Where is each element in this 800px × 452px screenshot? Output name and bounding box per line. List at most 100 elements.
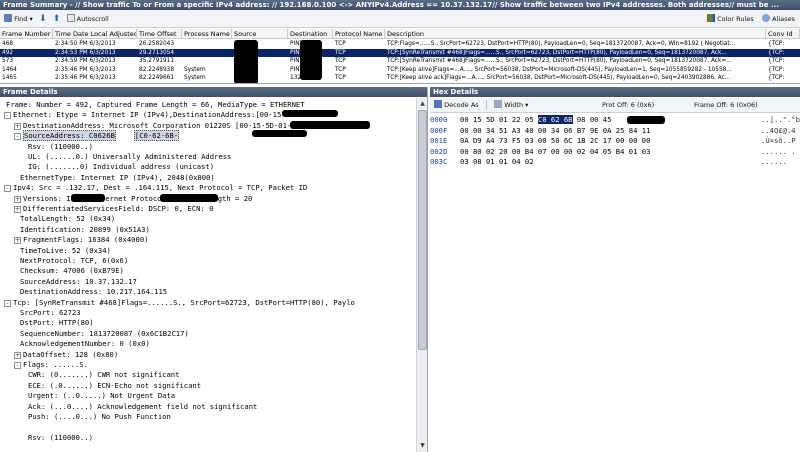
tree-node[interactable]: + DataOffset: 128 (0x80) <box>14 350 118 360</box>
table-cell: 26.2582043 <box>139 41 175 47</box>
tree-node[interactable]: + FragmentFlags: 16384 (0x4000) <box>14 235 149 245</box>
tree-node[interactable]: Ack: (...0....) Acknowledgement field no… <box>28 402 257 412</box>
table-cell: {TCP: <box>768 75 785 81</box>
redaction <box>160 194 218 202</box>
expand-icon[interactable]: + <box>14 351 21 359</box>
tree-node[interactable]: Rsv: (110000..) <box>28 433 93 443</box>
table-row[interactable]: 14652:35:46 PM 6/3/201382.2249661SystemP… <box>0 74 800 82</box>
frame-details-tree[interactable]: Frame: Number = 492, Captured Frame Leng… <box>0 98 416 452</box>
tree-node[interactable]: UL: (......0.) Universally Administered … <box>28 152 231 162</box>
collapse-icon[interactable]: - <box>14 133 21 141</box>
tree-node-label: EthernetType: Internet IP (IPv4), 2048(0… <box>20 172 215 182</box>
autoscroll-button[interactable]: Autoscroll <box>65 13 111 25</box>
column-header[interactable]: Time Offset <box>137 29 182 39</box>
table-cell: TCP <box>335 49 346 56</box>
width-dropdown[interactable]: Width ▾ <box>492 99 530 111</box>
hex-details-title: Hex Details <box>430 87 800 97</box>
hex-bytes-text: 0A D9 A4 73 F5 03 00 50 6C 1B 2C 17 00 0… <box>460 136 651 145</box>
column-header[interactable]: Frame Number <box>0 29 53 39</box>
tree-node[interactable]: - Ipv4: Src = .132.17, Dest = .164.115, N… <box>4 183 307 193</box>
tree-node[interactable]: Urgent: (..0.....) Not Urgent Data <box>28 391 175 401</box>
tree-node[interactable]: AcknowledgementNumber: 0 (0x0) <box>20 339 150 349</box>
table-cell: TCP <box>335 75 346 81</box>
aliases-button[interactable]: Aliases <box>760 13 797 25</box>
table-cell: TCP <box>335 66 346 73</box>
table-cell: TCP:[Keep alive ack]Flags=...A...., SrcP… <box>387 75 731 81</box>
column-header[interactable]: Time Date Local Adjusted <box>53 29 137 39</box>
tree-node[interactable]: - SourceAddress: C0626B [C0-62-6B- <box>14 130 180 142</box>
tree-node[interactable]: IG: (.......0) Individual address (unica… <box>28 162 214 172</box>
tree-node[interactable]: CWR: (0.......) CWR not significant <box>28 370 179 380</box>
color-rules-icon <box>707 14 715 22</box>
table-row-selected[interactable]: 4922:34:53 PM 6/3/201329.2713054132.17PI… <box>0 48 800 57</box>
tree-node-label: Checksum: 47006 (0xB79E) <box>20 266 124 276</box>
table-row[interactable]: 5732:34:59 PM 6/3/201335.2791911132.17PI… <box>0 57 800 65</box>
hex-ascii: ...... . <box>761 146 796 156</box>
hex-bytes-text: 03 08 01 01 04 02 <box>460 157 534 166</box>
collapse-icon[interactable]: - <box>14 362 21 369</box>
tree-node[interactable]: DstPort: HTTP(80) <box>20 318 94 328</box>
tree-node[interactable]: TotalLength: 52 (0x34) <box>20 214 115 224</box>
tree-node[interactable]: EthernetType: Internet IP (IPv4), 2048(0… <box>20 173 215 183</box>
tree-node-label: Rsv: (110000..) <box>28 141 93 151</box>
tree-node[interactable]: NextProtocol: TCP, 6(0x6) <box>20 256 128 266</box>
scroll-down-arrow[interactable]: ▼ <box>418 441 427 450</box>
expand-icon[interactable]: + <box>14 195 21 203</box>
tree-node[interactable]: ECE: (.0......) ECN-Echo not significant <box>28 381 201 391</box>
table-cell: {TCP: <box>768 66 785 73</box>
hex-dump[interactable]: 0000 00 15 5D 01 22 05 C0 62 6B 08 00 45.… <box>430 115 800 175</box>
hex-offset: 001E <box>430 136 448 145</box>
tree-node[interactable]: + DifferentiatedServicesField: DSCP: 0, E… <box>14 204 213 214</box>
color-rules-button[interactable]: Color Rules <box>705 13 756 25</box>
tree-node[interactable]: - Ethernet: Etype = Internet IP (IPv4),De… <box>4 110 312 120</box>
column-header[interactable]: Conv Id <box>766 29 800 39</box>
scroll-up-arrow[interactable]: ▲ <box>418 99 427 108</box>
tree-node[interactable]: - Flags: ......S. <box>14 360 88 370</box>
decode-as-button[interactable]: Decode As <box>432 99 481 111</box>
tree-node[interactable]: Rsv: (110000..) <box>28 142 93 152</box>
column-header[interactable]: Process Name <box>182 29 232 39</box>
redaction <box>290 121 370 129</box>
details-scrollbar[interactable]: ▲ ▼ <box>416 98 427 452</box>
tree-node[interactable]: SequenceNumber: 1813720087 (0x6C1B2C17) <box>20 329 189 339</box>
find-button[interactable]: Find ▾ <box>2 13 35 25</box>
tree-node-label: SourceAddress: C0626B <box>23 130 116 142</box>
tree-node-label: Identification: 20899 (0x51A3) <box>20 224 150 234</box>
tree-node[interactable]: SourceAddress: 10.37.132.17 <box>20 277 137 287</box>
table-cell: {TCP: <box>768 41 785 47</box>
tree-node-label: Ack: (...0....) Acknowledgement field no… <box>28 401 258 411</box>
frame-summary-grid[interactable]: Frame Number Time Date Local Adjusted Ti… <box>0 29 800 84</box>
tree-node[interactable]: SrcPort: 62723 <box>20 308 81 318</box>
scroll-thumb[interactable] <box>418 110 427 350</box>
collapse-icon[interactable]: - <box>4 112 11 120</box>
tree-node-label: Urgent: (..0.....) Not Urgent Data <box>28 391 176 401</box>
collapse-icon[interactable]: - <box>4 299 11 307</box>
table-row[interactable]: 14642:35:46 PM 6/3/201382.2248938System1… <box>0 66 800 74</box>
column-header[interactable]: Description <box>385 29 766 39</box>
hex-bytes: 00 00 34 51 A3 40 00 34 06 B7 9E 0A 25 8… <box>460 126 760 136</box>
expand-icon[interactable]: + <box>14 237 21 245</box>
tree-node[interactable]: Frame: Number = 492, Captured Frame Leng… <box>6 100 305 110</box>
table-cell: 82.2248938 <box>139 66 175 73</box>
table-cell: 2:34:53 PM 6/3/2013 <box>55 49 116 56</box>
tree-node-label: AcknowledgementNumber: 0 (0x0) <box>20 339 150 349</box>
hex-bytes: 0A D9 A4 73 F5 03 00 50 6C 1B 2C 17 00 0… <box>460 136 760 146</box>
tree-node[interactable]: - Tcp: [SynReTransmit #468]Flags=......S.… <box>4 298 355 308</box>
column-header[interactable]: Source <box>232 29 288 39</box>
hex-offset: 002D <box>430 146 448 156</box>
expand-icon[interactable]: + <box>14 122 21 130</box>
tree-node[interactable]: TimeToLive: 52 (0x34) <box>20 246 111 256</box>
column-header[interactable]: Destination <box>288 29 333 39</box>
find-down-button[interactable]: ⬇ <box>37 13 49 25</box>
tree-node[interactable]: Checksum: 47006 (0xB79E) <box>20 266 124 276</box>
find-up-button[interactable]: ⬆ <box>51 13 63 25</box>
tree-node[interactable]: Identification: 20899 (0x51A3) <box>20 225 150 235</box>
column-header[interactable]: Protocol Name <box>333 29 385 39</box>
hex-bytes-selected: C0 62 6B <box>537 115 573 124</box>
tree-node-label: SrcPort: 62723 <box>20 308 81 317</box>
tree-node[interactable]: DestinationAddress: 10.217.164.115 <box>20 287 167 297</box>
expand-icon[interactable]: + <box>14 206 21 213</box>
table-row[interactable]: 4682:34:50 PM 6/3/201326.2582043132.17PI… <box>0 40 800 48</box>
tree-node[interactable]: Push: (....0...) No Push Function <box>28 412 171 422</box>
collapse-icon[interactable]: - <box>4 185 11 193</box>
